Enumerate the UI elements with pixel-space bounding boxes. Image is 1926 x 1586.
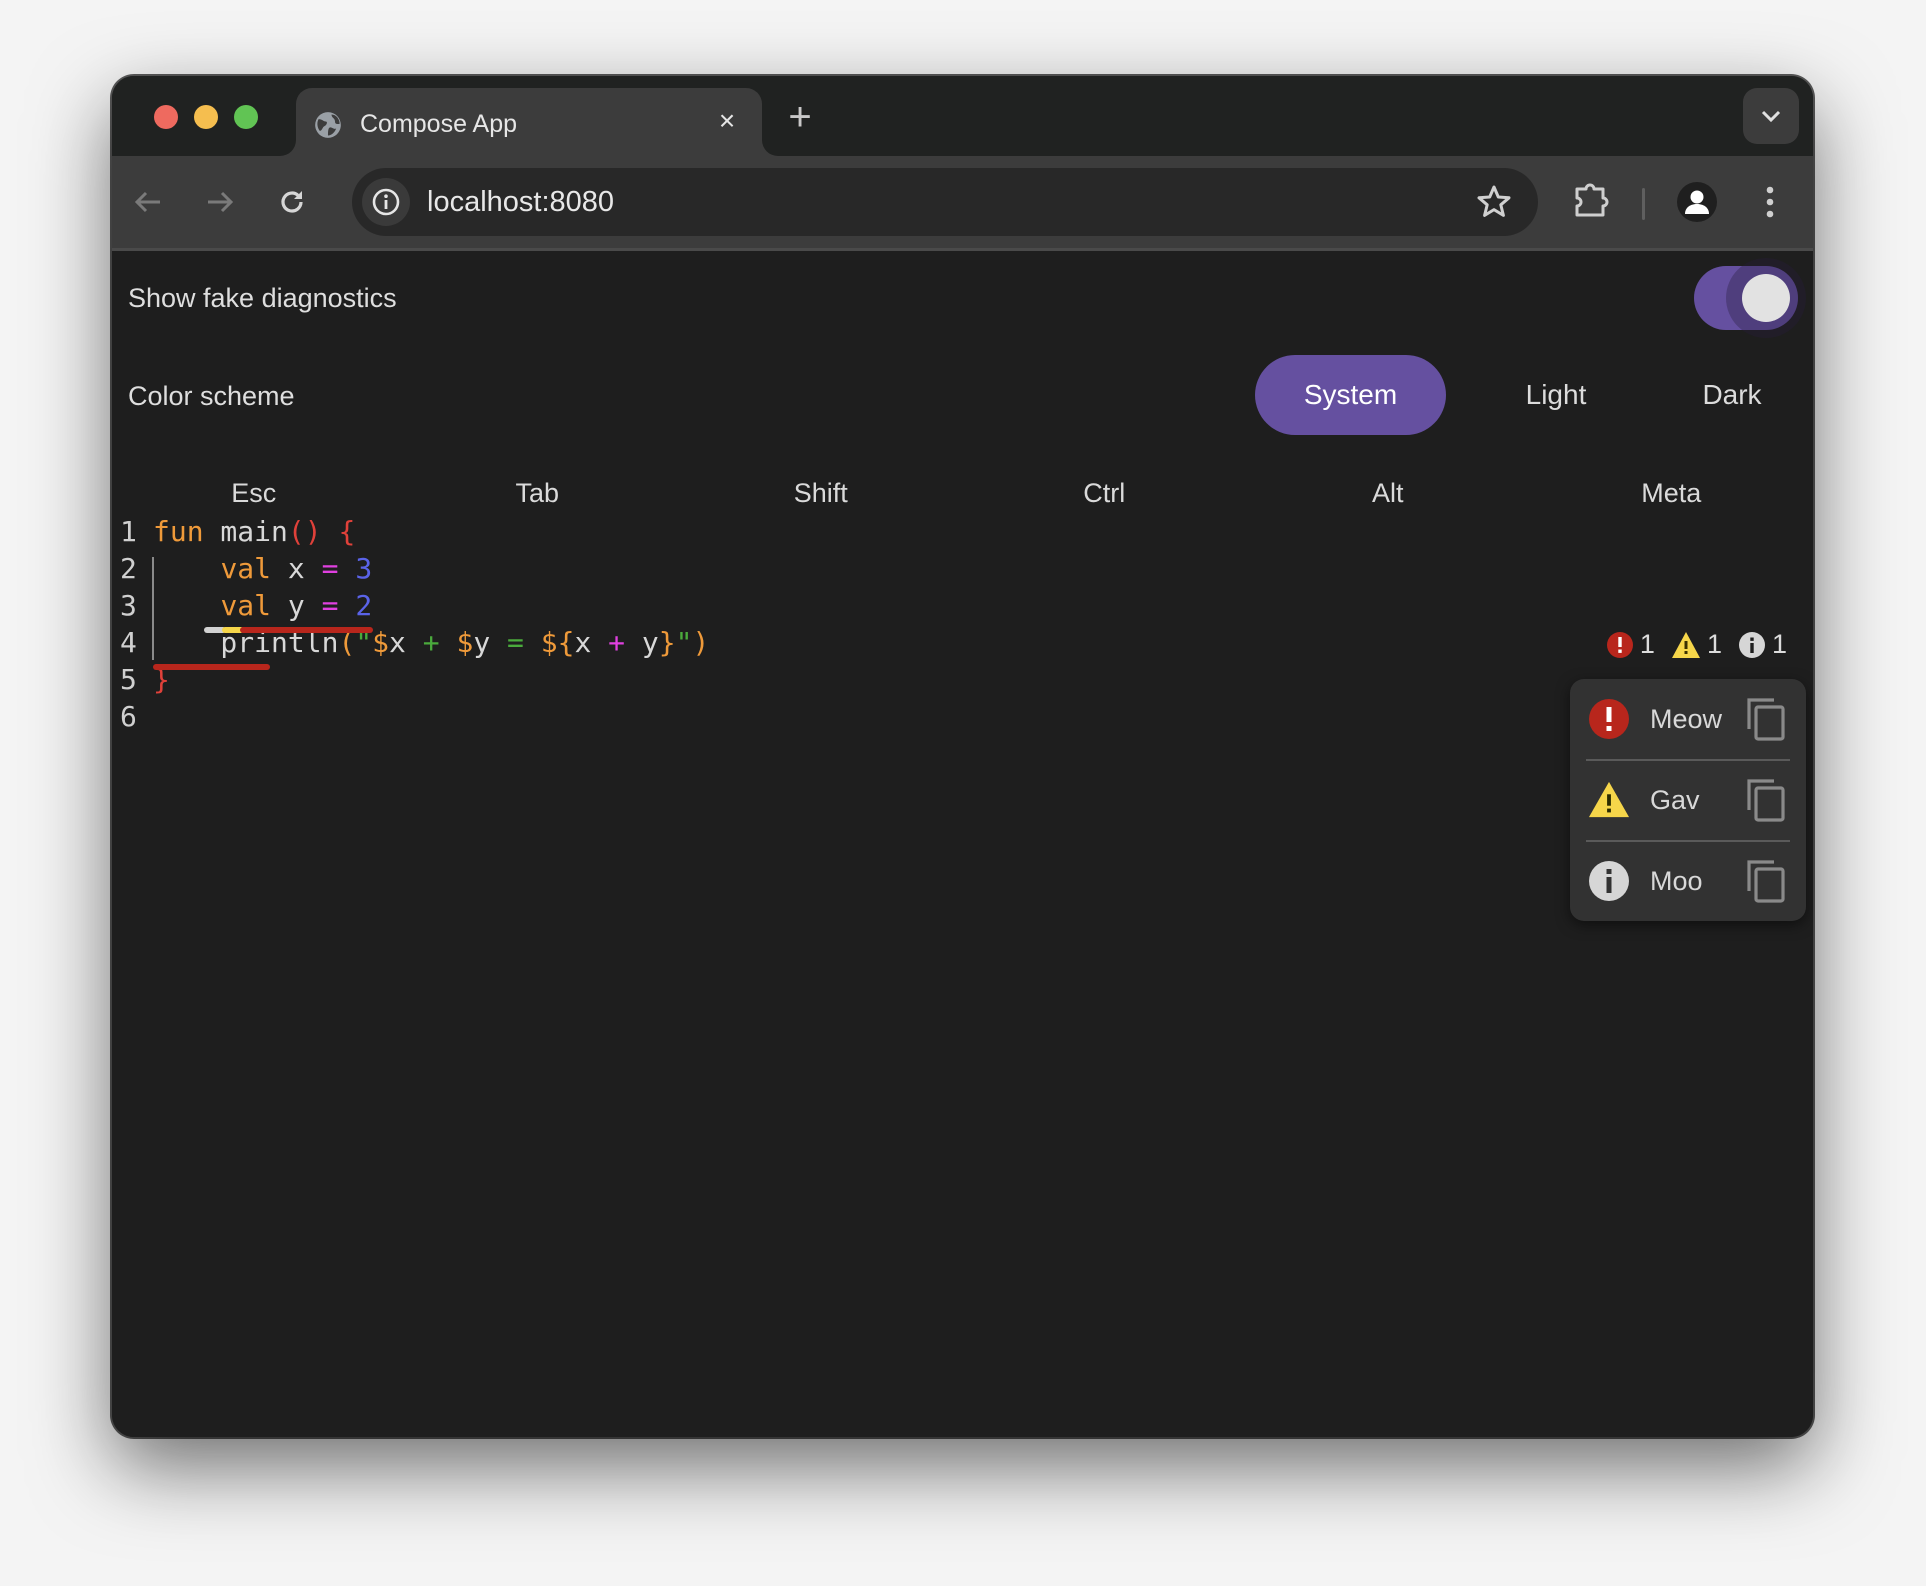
- token-brace: {: [321, 515, 356, 548]
- line-number: 3: [120, 589, 137, 622]
- line-number: 5: [120, 663, 137, 696]
- diagnostic-item-error[interactable]: Meow: [1570, 679, 1806, 759]
- forward-button[interactable]: [200, 182, 240, 222]
- token-paren: ): [692, 626, 710, 659]
- star-icon[interactable]: [1476, 184, 1512, 220]
- info-icon: [1738, 631, 1765, 658]
- token-template: $: [372, 626, 390, 659]
- close-window-button[interactable]: [154, 105, 178, 129]
- token-identifier: x: [389, 626, 406, 659]
- error-icon: [1589, 699, 1629, 739]
- token-template: $: [456, 626, 474, 659]
- warning-icon: [1671, 631, 1700, 658]
- token-string: +: [405, 626, 457, 659]
- app-content: Show fake diagnostics Color scheme Syste…: [112, 251, 1813, 1437]
- tab-close-icon[interactable]: ×: [712, 106, 742, 136]
- token-template: ${: [540, 626, 575, 659]
- token-keyword: val: [220, 552, 272, 585]
- token-keyword: val: [220, 589, 272, 622]
- info-icon: [1589, 861, 1629, 901]
- diagnostic-message: Gav: [1650, 784, 1700, 815]
- copy-icon[interactable]: [1746, 778, 1786, 822]
- tab-search-button[interactable]: [1743, 88, 1799, 144]
- diagnostic-counts[interactable]: 1 1 1: [1606, 629, 1787, 660]
- reload-icon: [281, 191, 303, 213]
- info-circle-icon: [372, 188, 400, 216]
- puzzle-icon[interactable]: [1572, 180, 1612, 220]
- url-text[interactable]: localhost:8080: [427, 186, 614, 219]
- line-number: 1: [120, 515, 137, 548]
- diagnostic-item-info[interactable]: Moo: [1570, 841, 1806, 921]
- color-scheme-light[interactable]: Light: [1467, 355, 1645, 435]
- token-string-quote: ": [675, 626, 693, 659]
- fake-diagnostics-toggle[interactable]: [1694, 258, 1806, 338]
- maximize-window-button[interactable]: [234, 105, 258, 129]
- line-number: 4: [120, 626, 137, 659]
- diagnostic-item-warning[interactable]: Gav: [1570, 760, 1806, 840]
- code-editor[interactable]: 1 2 3 4 5 6 fun main() { val x = 3 val y…: [112, 511, 1512, 811]
- arrow-right-icon: [208, 191, 234, 213]
- error-count: 1: [1639, 629, 1655, 659]
- token-string: =: [490, 626, 541, 659]
- line-number: 2: [120, 552, 137, 585]
- new-tab-button[interactable]: +: [780, 97, 820, 138]
- token-template: }: [658, 626, 676, 659]
- toggle-thumb[interactable]: [1742, 274, 1790, 322]
- tab-title: Compose App: [360, 110, 518, 138]
- token-identifier: y: [641, 626, 659, 659]
- token-identifier: x: [574, 626, 592, 659]
- minimize-window-button[interactable]: [194, 105, 218, 129]
- token-identifier: main: [203, 515, 288, 548]
- token-identifier: y: [473, 626, 491, 659]
- address-bar[interactable]: localhost:8080: [352, 168, 1538, 236]
- error-icon: [1606, 631, 1633, 658]
- token-operator: =: [321, 589, 339, 622]
- site-info-button[interactable]: [362, 178, 410, 226]
- toolbar-separator: [1642, 188, 1645, 220]
- profile-button[interactable]: [1677, 182, 1717, 222]
- reload-button[interactable]: [272, 182, 312, 222]
- code-line-2: val x = 3: [153, 552, 372, 585]
- diagnostics-popup: Meow Gav Moo: [1570, 679, 1806, 921]
- copy-icon[interactable]: [1746, 859, 1786, 903]
- token-keyword: fun: [153, 515, 204, 548]
- code-line-3: val y = 2: [153, 589, 372, 622]
- back-button[interactable]: [128, 182, 168, 222]
- color-scheme-system[interactable]: System: [1255, 355, 1446, 435]
- copy-icon[interactable]: [1746, 697, 1786, 741]
- diagnostic-message: Moo: [1650, 865, 1703, 896]
- token-operator: +: [591, 626, 642, 659]
- browser-toolbar: localhost:8080: [112, 156, 1813, 251]
- fake-diagnostics-label: Show fake diagnostics: [128, 283, 397, 313]
- diagnostic-message: Meow: [1650, 703, 1723, 734]
- color-scheme-label: Color scheme: [128, 381, 295, 411]
- code-line-1: fun main() {: [153, 515, 355, 548]
- error-underline: [153, 664, 270, 670]
- token-number: 3: [355, 552, 373, 585]
- line-number: 6: [120, 700, 137, 733]
- token-identifier: x: [271, 552, 322, 585]
- token-identifier: y: [271, 589, 322, 622]
- chevron-down-icon: [1761, 110, 1781, 123]
- person-icon: [1685, 190, 1709, 214]
- tab-compose-app[interactable]: Compose App ×: [296, 88, 762, 156]
- error-underline: [240, 627, 373, 633]
- token-operator: =: [321, 552, 339, 585]
- arrow-left-icon: [134, 191, 160, 213]
- warning-count: 1: [1706, 629, 1722, 659]
- token-paren: (): [287, 515, 322, 548]
- globe-icon: [315, 112, 341, 138]
- warning-icon: [1588, 781, 1630, 818]
- color-scheme-dark[interactable]: Dark: [1652, 355, 1812, 435]
- kebab-menu-icon[interactable]: [1760, 182, 1780, 222]
- tab-bar: Compose App × +: [112, 76, 1813, 156]
- info-count: 1: [1771, 629, 1787, 659]
- token-number: 2: [355, 589, 373, 622]
- key-meta[interactable]: Meta: [1530, 461, 1814, 525]
- browser-window: Compose App × + localhost:8080 Show fake…: [112, 76, 1813, 1437]
